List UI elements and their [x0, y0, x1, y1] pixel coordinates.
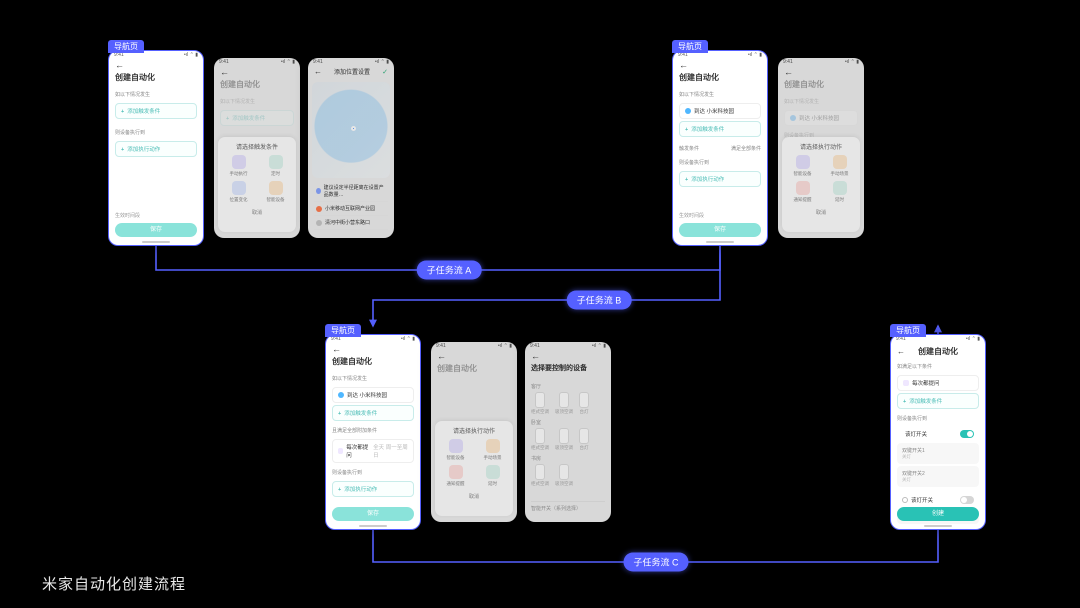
trigger-option-manual[interactable]: 手动执行 [222, 155, 255, 177]
stage2-nav-phone: 导航页 9:41•ıl ⌃ ▮ ← 创建自动化 如以下情况发生 到达 小米科技园… [672, 50, 768, 246]
device-picker-title: 选择要控制的设备 [525, 361, 611, 377]
device-room: 卧室 [531, 419, 605, 426]
map-view[interactable] [312, 82, 390, 178]
stage3-action-sheet-phone: 9:41•ıl ⌃ ▮ ← 创建自动化 请选择执行动作 智能设备 手动场景 通知… [431, 342, 517, 522]
stage1-map-phone: 9:41•ıl ⌃ ▮ ← 添加位置设置 ✓ 建议设定半径距离在设置产品数量… … [308, 58, 394, 238]
nav-tag: 导航页 [108, 40, 144, 53]
create-button[interactable]: 创建 [897, 507, 979, 521]
back-icon[interactable]: ← [314, 67, 322, 76]
final-cond-chip[interactable]: 每次都提问 [897, 375, 979, 391]
back-icon[interactable]: ← [109, 60, 203, 70]
device-room: 客厅 [531, 383, 605, 390]
add-trigger-button[interactable]: +添加触发条件 [115, 103, 197, 119]
trigger-option-timer[interactable]: 定时 [259, 155, 292, 177]
stage3-nav-phone: 导航页 9:41•ıl ⌃ ▮ ← 创建自动化 如以下情况发生 到达 小米科技园… [325, 334, 421, 530]
location-item[interactable]: 清河中街小营东路口 [314, 216, 388, 230]
switch-off[interactable] [960, 496, 974, 504]
confirm-icon[interactable]: ✓ [382, 68, 388, 76]
switch-item[interactable]: 双键开关1关灯 [897, 443, 979, 464]
flow-label-c: 子任务流 C [623, 553, 688, 572]
trigger-option-device[interactable]: 智能设备 [259, 181, 292, 203]
add-trigger-button[interactable]: +添加触发条件 [332, 405, 414, 421]
device-item[interactable]: 台灯 [579, 392, 589, 415]
action-picker-sheet: 请选择执行动作 智能设备 手动场景 通知提醒 延时 取消 [435, 421, 513, 516]
section-cond: 如满足以下条件 [891, 359, 985, 373]
location-item[interactable]: 小米移动互联网产业园 [314, 202, 388, 216]
home-indicator [142, 241, 170, 243]
add-action-button[interactable]: +添加执行动作 [115, 141, 197, 157]
action-option-notify[interactable]: 通知提醒 [786, 181, 819, 203]
stage4-nav-phone: 导航页 9:41•ıl ⌃ ▮ ← 创建自动化 如满足以下条件 每次都提问 +添… [890, 334, 986, 530]
trigger-option-location[interactable]: 位置变化 [222, 181, 255, 203]
section-meet: 触发条件 满足全部条件 [673, 141, 767, 155]
stage3-device-picker-phone: 9:41•ıl ⌃ ▮ ← 选择要控制的设备 客厅 柜式空调 吸顶空调 台灯 卧… [525, 342, 611, 522]
action-option-device[interactable]: 智能设备 [786, 155, 819, 177]
diagram-caption: 米家自动化创建流程 [42, 573, 186, 594]
section-when: 如以下情况发生 [109, 87, 203, 101]
sheet-title: 请选择触发条件 [222, 142, 292, 151]
device-bottom-row[interactable]: 智能开关（系列选择） [531, 501, 605, 512]
sheet-cancel[interactable]: 取消 [222, 209, 292, 216]
save-button[interactable]: 保存 [115, 223, 197, 237]
trigger-chip-location[interactable]: 到达 小米科技园 [679, 103, 761, 119]
action-option-scene[interactable]: 手动场景 [823, 155, 856, 177]
stage1-nav-phone: 导航页 9:41•ıl ⌃ ▮ ← 创建自动化 如以下情况发生 +添加触发条件 … [108, 50, 204, 246]
stage1-trigger-sheet-phone: 9:41•ıl ⌃ ▮ ← 创建自动化 如以下情况发生 +添加触发条件 请选择触… [214, 58, 300, 238]
effective-time[interactable]: 生效时间段 [115, 212, 140, 219]
section-do: 则设备执行到 [109, 125, 203, 139]
add-action-button[interactable]: +添加执行动作 [679, 171, 761, 187]
radio-icon [902, 497, 908, 503]
switch-item[interactable]: 双键开关2关灯 [897, 466, 979, 487]
and-condition-chip[interactable]: 每次都提问全天 周一至周日 [332, 439, 414, 463]
trigger-picker-sheet: 请选择触发条件 手动执行 定时 位置变化 智能设备 取消 [218, 137, 296, 232]
device-room: 书房 [531, 455, 605, 462]
add-trigger-button[interactable]: +添加触发条件 [897, 393, 979, 409]
flow-label-b: 子任务流 B [567, 291, 632, 310]
device-item[interactable]: 吸顶空调 [555, 392, 573, 415]
map-title: 添加位置设置 [334, 67, 370, 76]
trigger-chip-location[interactable]: 到达 小米科技园 [332, 387, 414, 403]
switch-on[interactable] [960, 430, 974, 438]
section-and: 且满足全部附加条件 [326, 423, 420, 437]
action-toggle[interactable]: 该灯开关 [897, 427, 979, 441]
add-trigger-button[interactable]: +添加触发条件 [679, 121, 761, 137]
map-pin-icon [351, 126, 356, 131]
stage2-action-sheet-phone: 9:41•ıl ⌃ ▮ ← 创建自动化 如以下情况发生 到达 小米科技园 则设备… [778, 58, 864, 238]
add-action-button[interactable]: +添加执行动作 [332, 481, 414, 497]
flow-label-a: 子任务流 A [417, 261, 482, 280]
device-item[interactable]: 柜式空调 [531, 392, 549, 415]
action-toggle-off[interactable]: 该灯开关 [897, 493, 979, 507]
page-title: 创建自动化 [109, 70, 203, 87]
location-item[interactable]: 建议设定半径距离在设置产品数量… [314, 181, 388, 202]
location-list: 建议设定半径距离在设置产品数量… 小米移动互联网产业园 清河中街小营东路口 [314, 181, 388, 230]
action-option-delay[interactable]: 延时 [823, 181, 856, 203]
action-picker-sheet: 请选择执行动作 智能设备 手动场景 通知提醒 延时 取消 [782, 137, 860, 232]
